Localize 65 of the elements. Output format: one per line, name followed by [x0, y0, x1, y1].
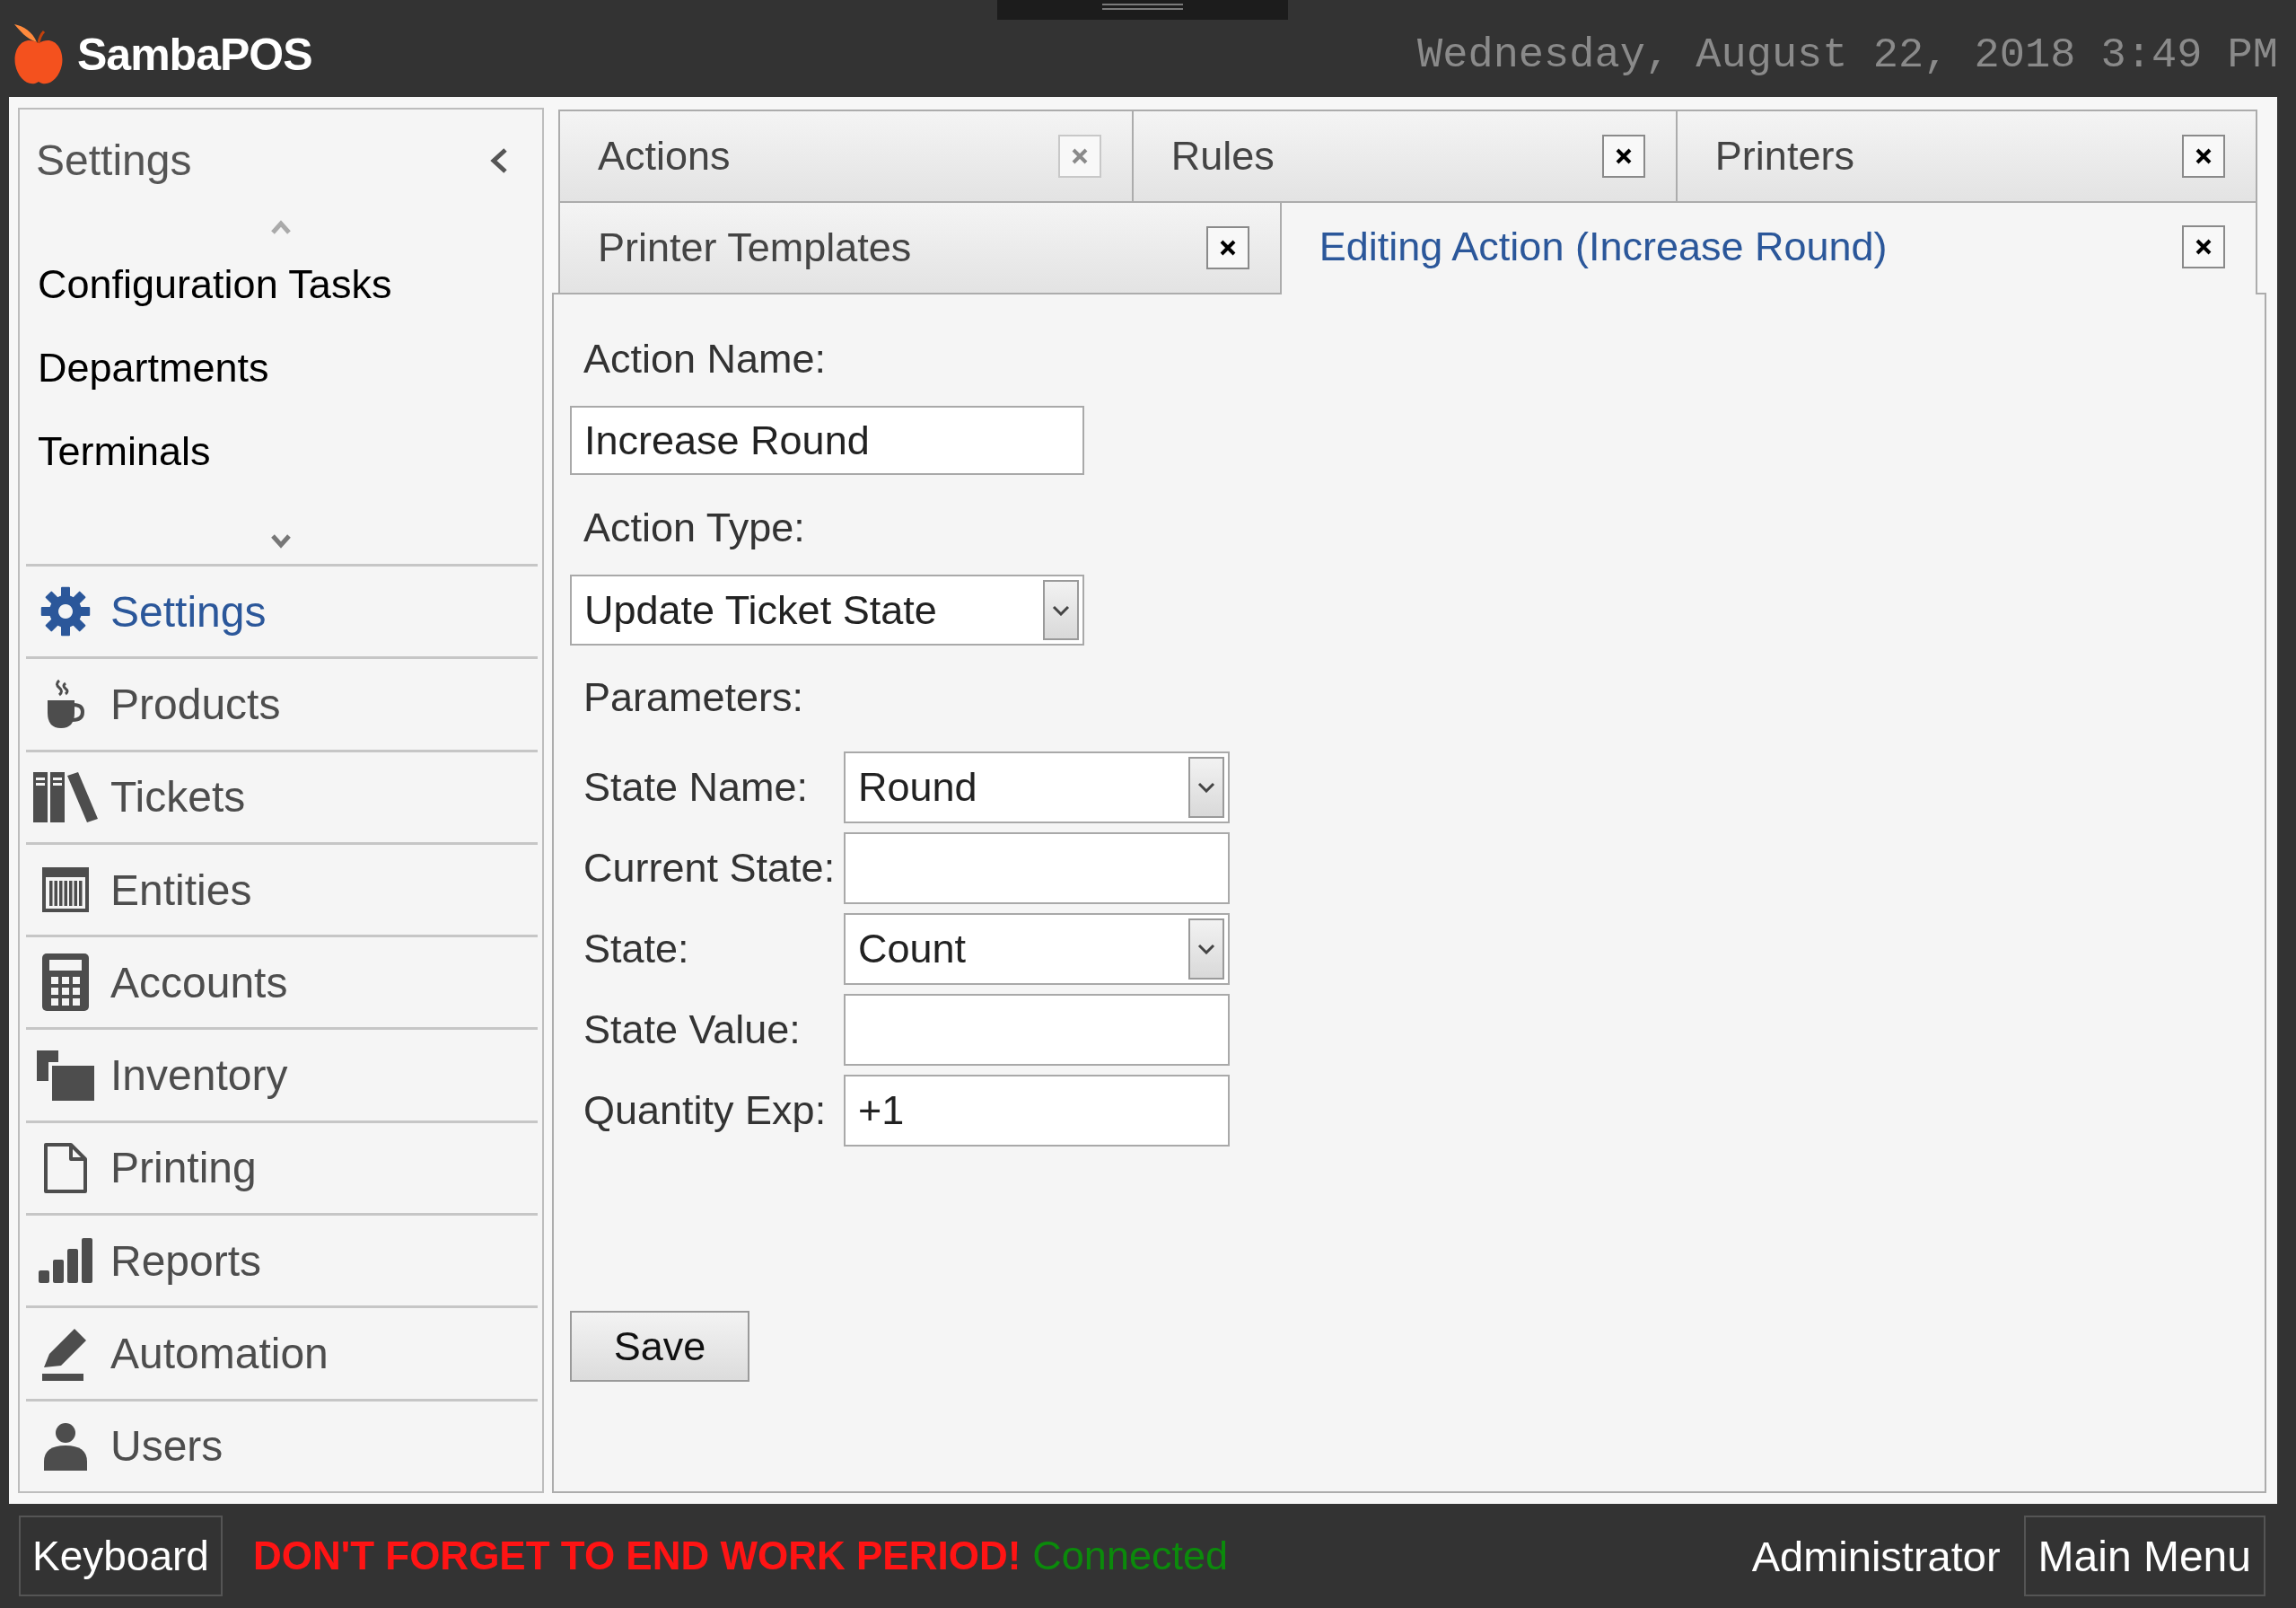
warning-text: DON'T FORGET TO END WORK PERIOD!: [252, 1533, 1021, 1578]
nav-item[interactable]: Tickets: [26, 749, 538, 842]
user-icon: [44, 1421, 87, 1471]
close-icon[interactable]: [1218, 239, 1237, 257]
tab[interactable]: Rules: [1131, 110, 1678, 201]
close-button[interactable]: [2182, 135, 2225, 178]
field-label: State:: [583, 925, 690, 973]
chevron-left-icon[interactable]: [490, 146, 508, 174]
list-item[interactable]: Departments: [20, 326, 542, 409]
chevron-down-icon[interactable]: [1197, 782, 1215, 793]
dropdown[interactable]: Count: [844, 913, 1230, 985]
field-label: State Name:: [583, 763, 810, 812]
scroll-down-icon[interactable]: [270, 533, 292, 549]
text-field[interactable]: [844, 994, 1230, 1066]
field-label: Action Name:: [583, 335, 828, 383]
main-menu-button[interactable]: Main Menu: [2023, 1516, 2265, 1596]
calculator-icon: [42, 953, 89, 1012]
date-time: Wednesday, August 22, 2018 3:49 PM: [1417, 31, 2278, 79]
close-icon[interactable]: [2195, 147, 2213, 165]
books-icon: [33, 771, 98, 822]
nav-item[interactable]: Products: [26, 656, 538, 750]
field-label: Action Type:: [583, 504, 806, 552]
list-item[interactable]: Configuration Tasks: [20, 242, 542, 326]
gear-icon: [40, 586, 91, 637]
close-button[interactable]: [1205, 226, 1249, 269]
close-icon[interactable]: [1614, 147, 1633, 165]
bar-chart-icon: [39, 1238, 92, 1284]
dropdown[interactable]: Update Ticket State: [570, 575, 1084, 646]
dropdown[interactable]: Round: [844, 751, 1230, 823]
tab[interactable]: Printers: [1675, 110, 2257, 201]
keyboard-button[interactable]: Keyboard: [19, 1516, 223, 1596]
nav-item[interactable]: Automation: [26, 1305, 538, 1399]
apple-logo-icon: [13, 23, 65, 86]
nav-item[interactable]: Users: [26, 1398, 538, 1491]
tab[interactable]: Editing Action (Increase Round): [1279, 201, 2257, 294]
sidebar-title: Settings: [36, 136, 192, 185]
field-label: State Value:: [583, 1006, 802, 1054]
handle-icon[interactable]: [997, 0, 1288, 20]
coffee-cup-icon: [46, 679, 85, 730]
save-button[interactable]: Save: [570, 1311, 749, 1382]
chevron-down-icon[interactable]: [1052, 604, 1070, 616]
list-item[interactable]: Terminals: [20, 409, 542, 493]
nav-item[interactable]: Entities: [26, 841, 538, 936]
text-field[interactable]: [844, 832, 1230, 904]
nav-item[interactable]: Inventory: [26, 1027, 538, 1120]
close-icon[interactable]: [2195, 238, 2213, 256]
nav-item[interactable]: Reports: [26, 1213, 538, 1306]
overlapping-squares-icon: [37, 1050, 94, 1101]
field-label: Current State:: [583, 844, 837, 892]
nav-item[interactable]: Printing: [26, 1120, 538, 1214]
nav-item[interactable]: Settings: [26, 564, 538, 657]
close-button[interactable]: [1601, 135, 1645, 178]
app-name: SambaPOS: [77, 29, 312, 81]
tab[interactable]: Printer Templates: [558, 201, 1282, 293]
nav-item[interactable]: Accounts: [26, 935, 538, 1028]
close-button[interactable]: [2182, 225, 2225, 268]
chevron-down-icon[interactable]: [1197, 944, 1215, 954]
user-name: Administrator: [1751, 1531, 2001, 1581]
section-heading: Parameters:: [583, 673, 804, 722]
field-label: Quantity Exp:: [583, 1086, 828, 1135]
text-field[interactable]: +1: [844, 1075, 1230, 1147]
document-icon: [44, 1142, 87, 1193]
columns-box-icon: [42, 867, 89, 913]
text-field[interactable]: Increase Round: [570, 406, 1084, 475]
connection-status: Connected: [1032, 1533, 1228, 1579]
